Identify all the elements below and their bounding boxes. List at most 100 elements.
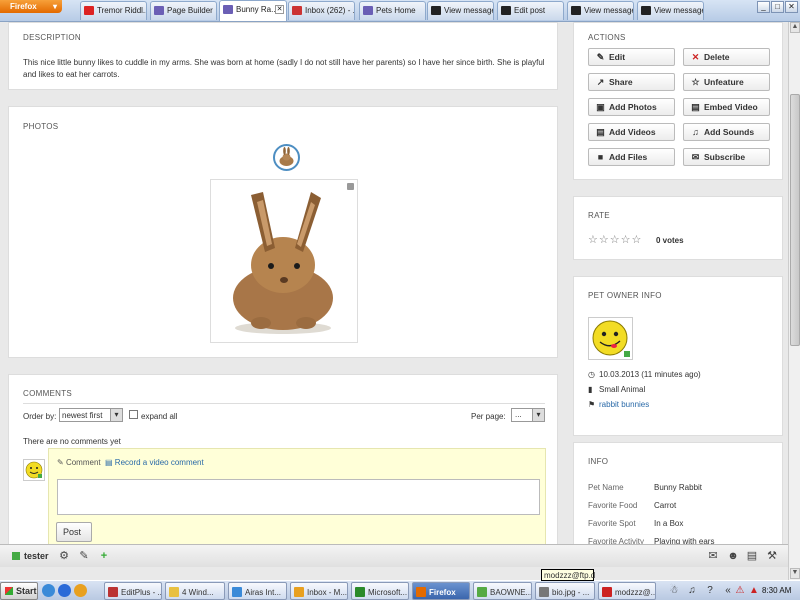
- settings-gear-icon[interactable]: ⚙: [57, 550, 71, 563]
- task-label: bio.jpg - ...: [552, 588, 590, 597]
- ie-icon[interactable]: [58, 584, 71, 597]
- unfeature-button[interactable]: ☆ Unfeature: [683, 73, 770, 91]
- taskbar-task[interactable]: modzzz@...: [598, 582, 656, 600]
- mail-icon[interactable]: ✉: [706, 550, 720, 563]
- mail-icon: [641, 6, 651, 15]
- browser-tab[interactable]: View message: [427, 1, 494, 20]
- browser-tab[interactable]: Page Builder: [150, 1, 217, 20]
- button-label: Add Sounds: [704, 127, 755, 137]
- adobe-icon[interactable]: ▲: [748, 585, 760, 597]
- start-label: Start: [16, 586, 37, 596]
- add-videos-button[interactable]: ▤ Add Videos: [588, 123, 675, 141]
- embed-video-button[interactable]: ▤ Embed Video: [683, 98, 770, 116]
- scroll-down-icon[interactable]: ▼: [790, 568, 800, 579]
- gmail-icon: [292, 6, 302, 15]
- comment-textarea[interactable]: [57, 479, 540, 515]
- per-page-label: Per page:: [471, 412, 506, 421]
- order-by-select[interactable]: newest first: [59, 408, 123, 422]
- share-button[interactable]: ↗ Share: [588, 73, 675, 91]
- info-value: Carrot: [654, 501, 677, 510]
- info-key: Favorite Food: [588, 501, 638, 510]
- video-comment-tab[interactable]: ▤ Record a video comment: [105, 458, 204, 467]
- network-icon[interactable]: ☃: [668, 585, 680, 597]
- delete-icon: ✕: [691, 52, 700, 62]
- site-icon: [363, 6, 373, 15]
- owner-date-row: ◷ 10.03.2013 (11 minutes ago): [588, 370, 701, 379]
- chrome-icon[interactable]: [42, 584, 55, 597]
- close-tab-icon[interactable]: ✕: [275, 5, 284, 14]
- video-comment-label: Record a video comment: [114, 458, 204, 467]
- admin-user[interactable]: tester: [12, 551, 49, 561]
- page-builder-icon: [154, 6, 164, 15]
- help-icon[interactable]: ?: [704, 585, 716, 597]
- browser-tab[interactable]: View message: [567, 1, 634, 20]
- owner-tags-link[interactable]: rabbit bunnies: [599, 400, 649, 409]
- info-value: Bunny Rabbit: [654, 483, 703, 492]
- browser-tab[interactable]: Inbox (262) - ...: [288, 1, 355, 20]
- subscribe-button[interactable]: ✉ Subscribe: [683, 148, 770, 166]
- button-label: Share: [609, 77, 633, 87]
- comment-tab[interactable]: ✎ Comment: [57, 458, 101, 467]
- security-icon[interactable]: ⚠: [734, 585, 746, 597]
- scroll-up-icon[interactable]: ▲: [790, 22, 800, 33]
- wrench-icon[interactable]: ⚒: [765, 550, 779, 563]
- photo-thumbnail[interactable]: [273, 144, 300, 171]
- browser-tab[interactable]: Pets Home: [359, 1, 426, 20]
- start-button[interactable]: Start: [0, 582, 38, 600]
- taskbar-task[interactable]: Microsoft...: [351, 582, 409, 600]
- taskbar-task[interactable]: Inbox - M...: [290, 582, 348, 600]
- taskbar-task[interactable]: Firefox: [412, 582, 470, 600]
- task-label: Inbox - M...: [307, 588, 348, 597]
- browser-tab-label: View message: [654, 6, 704, 15]
- browser-tab[interactable]: Tremor Riddl...: [80, 1, 147, 20]
- close-window-button[interactable]: ✕: [785, 1, 798, 13]
- cart-icon[interactable]: ▤: [745, 550, 759, 563]
- taskbar-task[interactable]: bio.jpg - ...: [535, 582, 595, 600]
- taskbar-task[interactable]: Airas Int...: [228, 582, 287, 600]
- add-sounds-button[interactable]: ♫ Add Sounds: [683, 123, 770, 141]
- info-title: INFO: [588, 457, 609, 466]
- user-icon[interactable]: ☻: [726, 550, 740, 563]
- browser-tab[interactable]: Bunny Ra... ✕: [219, 0, 287, 21]
- minimize-button[interactable]: _: [757, 1, 770, 13]
- outlook-icon[interactable]: [74, 584, 87, 597]
- expand-all-label: expand all: [141, 412, 178, 421]
- per-page-select[interactable]: ...: [511, 408, 545, 422]
- speaker-icon[interactable]: ♫: [686, 585, 698, 597]
- button-label: Unfeature: [704, 77, 744, 87]
- task-label: modzzz@...: [615, 588, 656, 597]
- maximize-button[interactable]: □: [771, 1, 784, 13]
- mail-icon: [501, 6, 511, 15]
- windows-logo-icon: [5, 587, 13, 595]
- photo-corner-icon[interactable]: [347, 183, 354, 190]
- task-label: Firefox: [429, 588, 456, 597]
- firefox-menu-button[interactable]: Firefox: [0, 0, 62, 13]
- browser-tab[interactable]: View message: [637, 1, 704, 20]
- task-label: BAOWNE...: [490, 588, 532, 597]
- task-app-icon: [539, 587, 549, 597]
- scrollbar-thumb[interactable]: [790, 94, 800, 346]
- edit-icon[interactable]: ✎: [77, 550, 91, 563]
- owner-avatar[interactable]: [588, 317, 633, 360]
- post-button[interactable]: Post: [56, 522, 92, 542]
- description-title: DESCRIPTION: [23, 33, 81, 42]
- button-label: Add Files: [609, 152, 648, 162]
- comment-tab-label: Comment: [65, 458, 101, 467]
- add-photos-button[interactable]: ▣ Add Photos: [588, 98, 675, 116]
- owner-category[interactable]: Small Animal: [599, 385, 645, 394]
- page-scrollbar[interactable]: ▲ ▼: [788, 22, 800, 580]
- edit-button[interactable]: ✎ Edit: [588, 48, 675, 66]
- expand-all-checkbox[interactable]: [129, 410, 138, 419]
- comments-title: COMMENTS: [23, 389, 73, 398]
- tray-expand-icon[interactable]: «: [722, 585, 734, 597]
- windows-taskbar: Start EditPlus - ... 4 Wind... Airas Int..…: [0, 580, 800, 600]
- taskbar-task[interactable]: 4 Wind...: [165, 582, 225, 600]
- add-icon[interactable]: +: [97, 550, 111, 563]
- taskbar-task[interactable]: BAOWNE...: [473, 582, 532, 600]
- star-rating[interactable]: ☆☆☆☆☆: [588, 233, 642, 246]
- taskbar-task[interactable]: EditPlus - ...: [104, 582, 162, 600]
- browser-tab[interactable]: Edit post: [497, 1, 564, 20]
- add-files-button[interactable]: ■ Add Files: [588, 148, 675, 166]
- delete-button[interactable]: ✕ Delete: [683, 48, 770, 66]
- main-photo[interactable]: [210, 179, 358, 343]
